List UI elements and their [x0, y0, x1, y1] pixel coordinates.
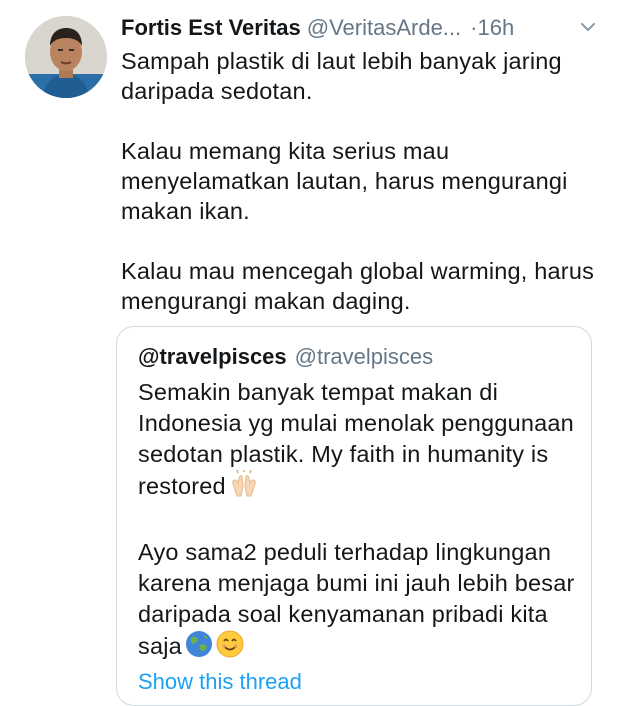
tweet-header: Fortis Est Veritas @VeritasArde... ·16h [121, 14, 601, 44]
show-thread-link[interactable]: Show this thread [138, 669, 302, 695]
quoted-paragraph: Ayo sama2 peduli terhadap lingkungan kar… [138, 537, 578, 666]
quoted-tweet-text: Semakin banyak tempat makan di Indonesia… [138, 377, 578, 666]
quoted-author-name: @travelpisces [138, 344, 287, 369]
quoted-tweet-header: @travelpisces @travelpisces [138, 343, 433, 371]
author-name[interactable]: Fortis Est Veritas [121, 15, 301, 40]
tweet-time[interactable]: 16h [477, 15, 514, 40]
raising-hands-emoji-icon [229, 469, 259, 506]
author-handle[interactable]: @VeritasArde... [307, 15, 461, 40]
quoted-author-handle: @travelpisces [294, 344, 434, 369]
chevron-down-icon[interactable] [579, 18, 597, 36]
quoted-paragraph: Semakin banyak tempat makan di Indonesia… [138, 377, 578, 506]
quoted-tweet[interactable]: @travelpisces @travelpisces Semakin banya… [116, 326, 592, 706]
tweet-text: Sampah plastik di laut lebih banyak jari… [121, 48, 595, 314]
smiling-face-icon [216, 630, 244, 666]
earth-globe-icon [185, 630, 213, 666]
user-avatar[interactable] [25, 16, 107, 98]
quoted-paragraph-1: Semakin banyak tempat makan di Indonesia… [138, 379, 574, 499]
tweet-card[interactable]: Fortis Est Veritas @VeritasArde... ·16h Sa… [0, 0, 620, 706]
